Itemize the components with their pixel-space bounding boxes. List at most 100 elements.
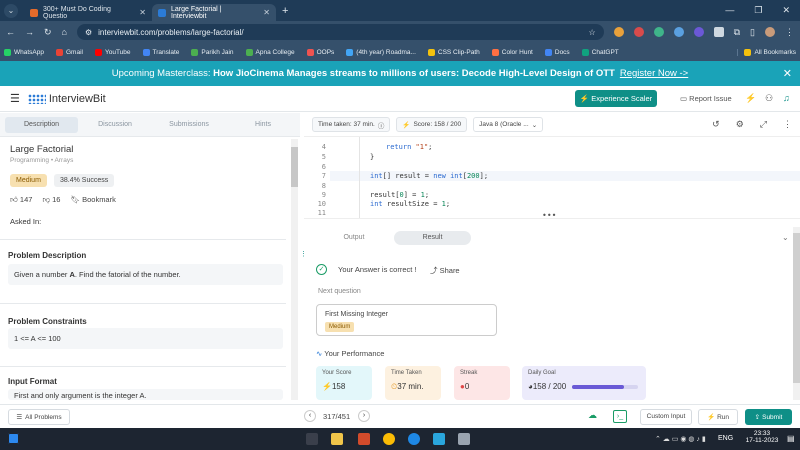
logo[interactable]: InterviewBit [27, 93, 106, 105]
logo-icon [27, 93, 46, 104]
close-tab-icon[interactable]: ✕ [139, 8, 146, 17]
more-icon[interactable]: ⋮ [783, 119, 792, 130]
system-tray-icons[interactable]: ⌃ ☁ ▭ ◉ ◍ ♪ ▮ [655, 435, 706, 443]
collapse-chevron-icon[interactable]: ⌄ [782, 233, 789, 242]
notification-icon[interactable]: ▤ [787, 434, 795, 443]
line-number: 6 [321, 163, 326, 171]
edge-icon[interactable] [408, 433, 420, 445]
minimize-icon[interactable]: — [725, 5, 734, 16]
extension-icon[interactable] [633, 27, 644, 37]
custom-input-button[interactable]: Custom Input [640, 409, 692, 425]
next-question-card[interactable]: First Missing Integer Medium [316, 304, 497, 336]
puzzle-icon[interactable]: ⧉ [734, 27, 740, 38]
bookmark-item[interactable]: ChatGPT [581, 48, 619, 56]
vscode-icon[interactable] [433, 433, 445, 445]
code-editor[interactable]: 4 return "1"; 5 } 6 7 int[] result = new… [304, 137, 800, 219]
divider [0, 239, 286, 240]
taskview-icon[interactable] [306, 433, 318, 445]
site-info-icon[interactable]: ⚙ [85, 28, 92, 37]
extension-icon[interactable] [653, 27, 664, 37]
bookmark-item[interactable]: Docs [544, 48, 570, 56]
success-badge: 38.4% Success [54, 174, 115, 187]
expand-icon[interactable]: ⤢ [760, 119, 767, 130]
menu-dots-icon[interactable]: ⋮ [785, 27, 794, 38]
new-tab-icon[interactable]: + [282, 5, 288, 17]
tab-discussion[interactable]: Discussion [78, 121, 152, 128]
sidebar-icon[interactable]: ▯ [750, 27, 755, 38]
forward-icon[interactable]: → [25, 27, 34, 37]
bookmark-item[interactable]: Translate [142, 48, 179, 56]
all-problems-button[interactable]: ☰ All Problems [8, 409, 70, 425]
bookmark-item[interactable]: Parikh Jain [191, 48, 234, 56]
language-select[interactable]: Java 8 (Oracle ... ⌄ [473, 117, 544, 132]
tab-result[interactable]: Result [394, 231, 471, 245]
tab-search-icon[interactable]: ⌄ [4, 3, 18, 18]
code-line: } [370, 153, 375, 161]
submit-button[interactable]: ⇪ Submit [745, 409, 792, 425]
app-icon[interactable] [458, 433, 470, 445]
bookmark-item[interactable]: Gmail [56, 48, 83, 56]
back-icon[interactable]: ← [6, 27, 15, 37]
bookmark-item[interactable]: (4th year) Roadma... [346, 48, 416, 56]
bookmark-item[interactable]: Color Hunt [491, 48, 533, 56]
splitter-handle[interactable]: ⋮ [300, 250, 307, 258]
extension-icon[interactable] [673, 27, 684, 37]
close-window-icon[interactable]: ✕ [782, 5, 790, 16]
extension-icon[interactable] [693, 27, 704, 37]
time-taken-card: Time Taken ⏲37 min. [385, 366, 441, 400]
dislike-button[interactable]: 👎︎ 16 [42, 195, 60, 205]
banner-register-link[interactable]: Register Now -> [620, 68, 688, 79]
run-button[interactable]: ⚡ Run [698, 409, 738, 425]
tab-hints[interactable]: Hints [226, 121, 300, 128]
extension-icon[interactable] [713, 27, 724, 37]
lightning-icon[interactable]: ⚡ [745, 93, 756, 104]
tab-output[interactable]: Output [314, 231, 394, 245]
office-icon[interactable] [358, 433, 370, 445]
file-explorer-icon[interactable] [331, 433, 343, 445]
bookmark-item[interactable]: YouTube [94, 48, 131, 56]
bookmark-item[interactable]: CSS Clip-Path [427, 48, 480, 56]
scrollbar[interactable] [291, 139, 298, 400]
like-button[interactable]: 👍︎ 147 [10, 195, 32, 205]
bell-icon[interactable]: ♫ [783, 93, 790, 103]
bookmark-item[interactable]: Apna College [245, 48, 295, 56]
settings-icon[interactable]: ⚙ [736, 119, 744, 130]
activity-icon: ∿ [316, 349, 323, 358]
tab-submissions[interactable]: Submissions [152, 121, 226, 128]
language-indicator[interactable]: ENG [718, 435, 733, 442]
clock[interactable]: 23:33 17-11-2023 [742, 430, 782, 444]
share-button[interactable]: ⤴ Share [430, 265, 460, 276]
chrome-icon[interactable] [383, 433, 395, 445]
profile-avatar[interactable] [765, 27, 775, 37]
browser-tab-2[interactable]: Large Factorial | Interviewbit ✕ [152, 4, 276, 21]
user-icon[interactable]: ⚇ [765, 93, 773, 104]
next-problem-button[interactable]: › [358, 410, 370, 422]
reset-icon[interactable]: ↺ [712, 119, 720, 130]
bookmark-item[interactable]: OOPs [306, 48, 334, 56]
windows-start-icon[interactable] [8, 433, 19, 444]
hamburger-icon[interactable]: ☰ [10, 92, 20, 105]
list-icon: ☰ [16, 414, 23, 421]
resize-handle[interactable]: ••• [542, 211, 556, 218]
terminal-icon[interactable]: ›_ [613, 410, 627, 423]
experience-scaler-button[interactable]: ⚡ Experience Scaler [575, 90, 657, 107]
all-bookmarks[interactable]: All Bookmarks [737, 48, 796, 56]
bookmark-item[interactable]: WhatsApp [4, 48, 44, 56]
extension-icon[interactable] [613, 27, 624, 37]
answer-correct-text: Your Answer is correct ! [338, 265, 417, 274]
close-icon[interactable]: ✕ [783, 67, 792, 80]
tab-description[interactable]: Description [5, 116, 79, 133]
cloud-sync-icon[interactable]: ☁ [588, 410, 597, 421]
prev-problem-button[interactable]: ‹ [304, 410, 316, 422]
maximize-icon[interactable]: ❐ [754, 5, 762, 16]
bookmark-button[interactable]: 🔖︎ Bookmark [70, 195, 115, 205]
home-icon[interactable]: ⌂ [62, 27, 67, 37]
report-issue-link[interactable]: ▭ Report Issue [680, 94, 732, 103]
scrollbar[interactable] [793, 227, 800, 400]
time-taken-pill: Time taken: 37 min. ⓘ [312, 117, 391, 132]
reload-icon[interactable]: ↻ [44, 27, 52, 38]
url-field[interactable]: ⚙ interviewbit.com/problems/large-factor… [76, 24, 604, 40]
star-icon[interactable]: ☆ [588, 28, 595, 37]
close-tab-icon[interactable]: ✕ [263, 8, 270, 17]
browser-tab-1[interactable]: 300+ Must Do Coding Questio ✕ [24, 4, 152, 21]
